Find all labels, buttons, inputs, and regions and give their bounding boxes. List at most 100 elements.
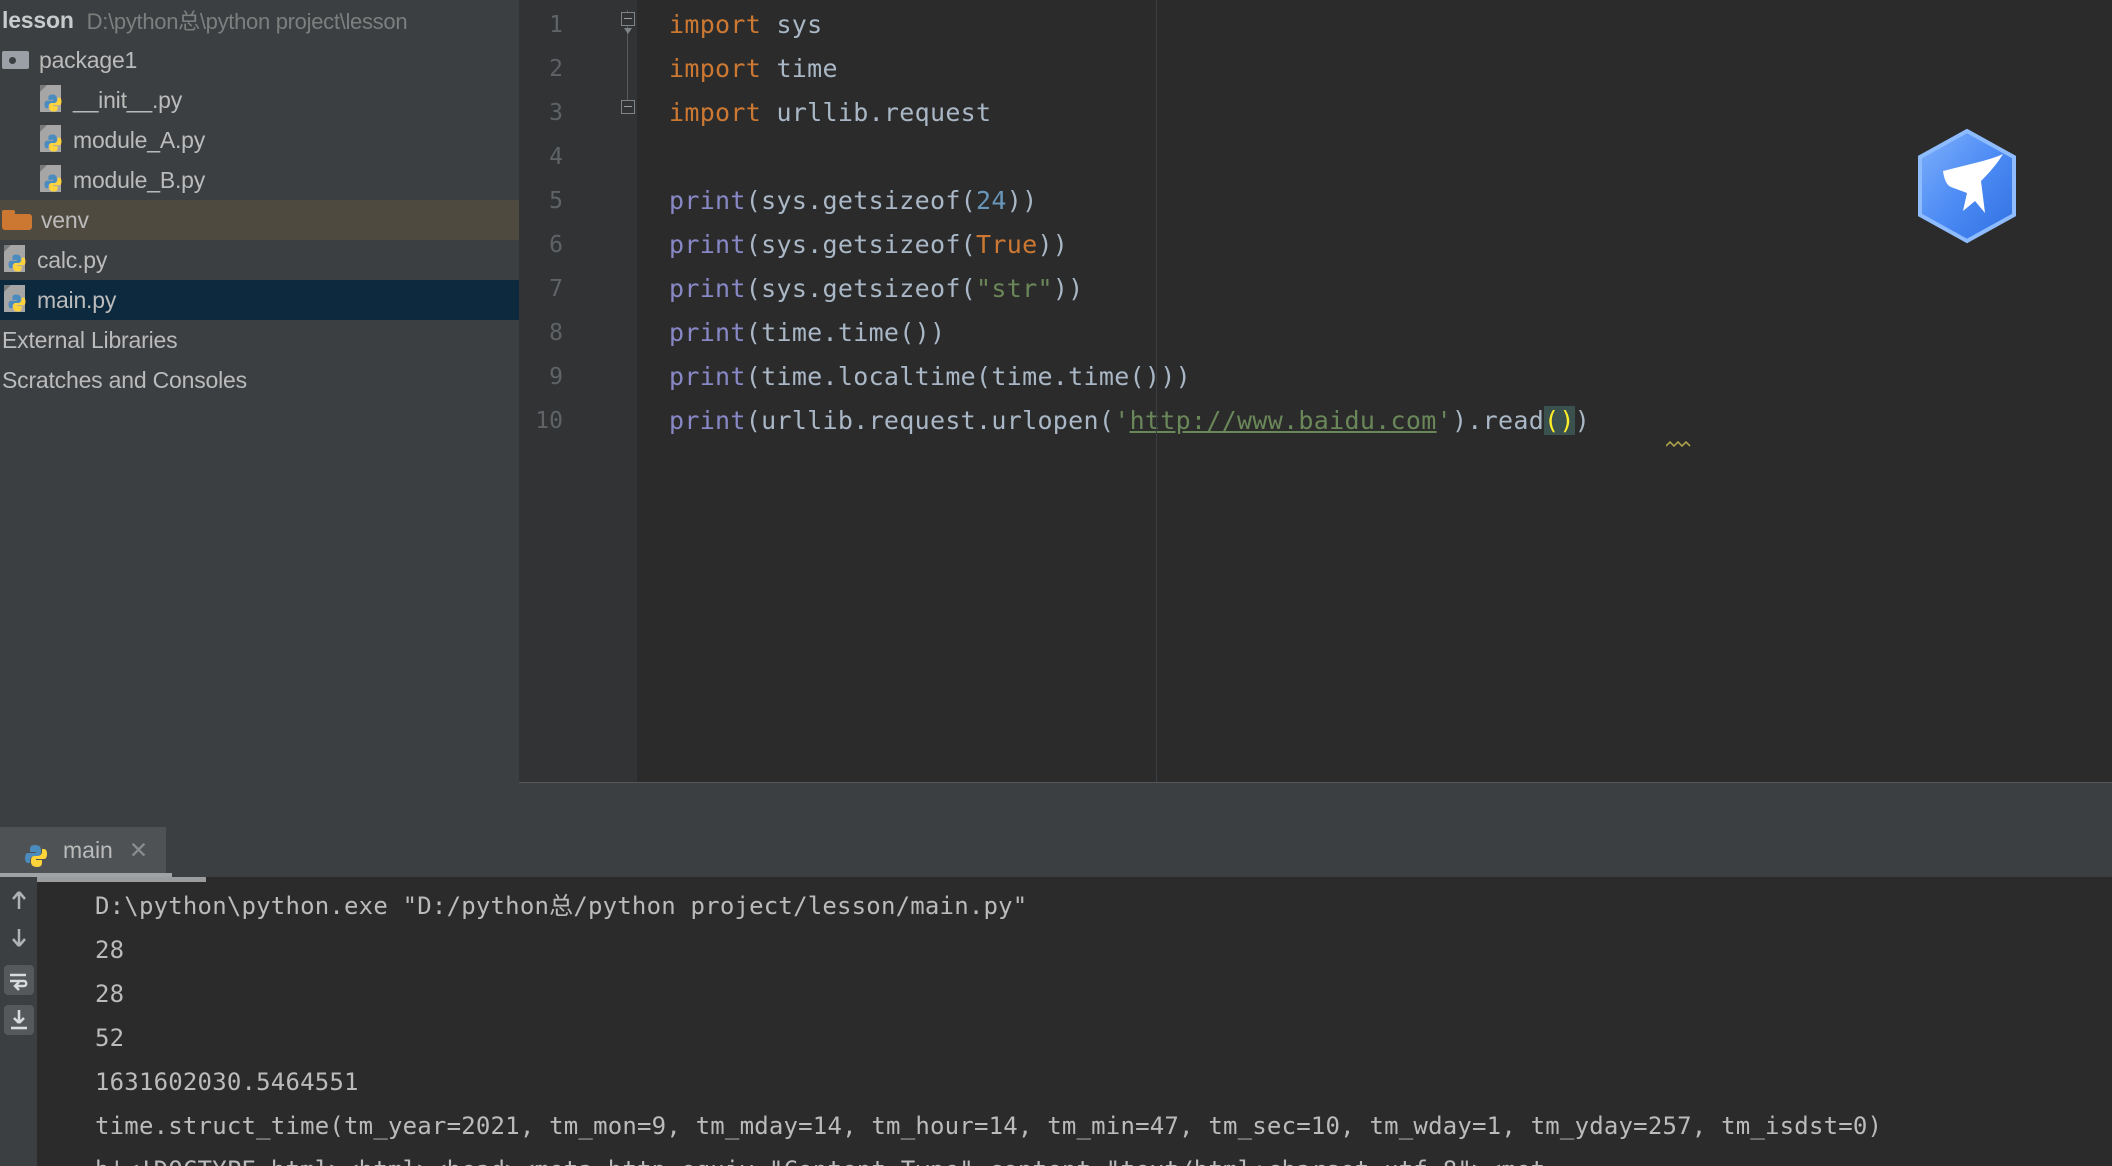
code-token-fn: print [669,274,746,303]
code-editor[interactable]: 1 2 3 4 5 6 7 8 9 10 import sys import time import … [519,0,2112,782]
scroll-to-end-icon[interactable] [4,1005,34,1035]
python-file-icon [2,285,28,315]
console-line: 28 [95,936,125,964]
tree-item-label: External Libraries [2,326,178,353]
editor-left-rule [1156,0,1157,782]
tree-item-label: Scratches and Consoles [2,366,247,393]
console-line: 52 [95,1024,125,1052]
line-number: 6 [549,232,563,258]
fold-collapse-icon-line1[interactable] [621,12,635,26]
code-line[interactable]: print(sys.getsizeof(True)) [669,232,1068,257]
code-token-mod: )) [1006,186,1038,215]
editor-bottom-border [519,782,2112,783]
run-tab-main[interactable]: main ✕ [0,827,167,873]
tree-item-label: venv [41,206,89,233]
tree-item-package1[interactable]: package1 [0,40,519,80]
code-line[interactable]: print(time.time()) [669,320,945,345]
line-number: 3 [549,100,563,126]
code-token-brk: () [1544,406,1575,435]
code-token-kw: import [669,10,762,39]
code-content[interactable]: import sys import time import urllib.reque… [637,0,2112,782]
run-tab-bar: main ✕ [0,827,2112,877]
line-number: 9 [549,364,563,390]
code-token-mod: (sys.getsizeof( [745,274,977,303]
fold-collapse-icon-line3[interactable] [621,100,635,114]
console-toolbar [0,877,37,1166]
code-line[interactable]: print(sys.getsizeof("str")) [669,276,1084,301]
code-token-mod: ) [1574,406,1591,435]
code-line[interactable]: print(sys.getsizeof(24)) [669,188,1037,213]
project-header[interactable]: lesson D:\python总\python project\lesson [0,0,519,40]
up-arrow-icon[interactable] [4,885,34,915]
tree-item-main-py[interactable]: main.py [0,280,519,320]
code-token-strq: ' [1436,406,1452,435]
console-line: 28 [95,980,125,1008]
code-token-mod: )) [1037,230,1069,259]
code-token-url: http://www.baidu.com [1129,406,1437,435]
code-token-kw: True [976,230,1038,259]
bird-hexagon-logo-icon [1913,127,2021,245]
tree-item-module-a-py[interactable]: module_A.py [0,120,519,160]
code-token-kw: import [669,98,762,127]
tree-item-init-py[interactable]: __init__.py [0,80,519,120]
line-number: 8 [549,320,563,346]
tree-item-label: package1 [39,46,138,73]
line-number: 2 [549,56,563,82]
tree-item-label: main.py [37,286,117,313]
project-sidebar: lesson D:\python总\python project\lesson … [0,0,519,827]
line-number: 7 [549,276,563,302]
console-line: b'<!DOCTYPE html><html><head><meta http-… [95,1158,1545,1166]
code-token-fn: print [669,186,746,215]
close-icon[interactable]: ✕ [129,838,148,862]
warning-squiggle [1665,434,1692,448]
code-token-num: 24 [976,186,1007,215]
run-tab-label: main [63,836,113,863]
code-line[interactable]: import sys [669,12,823,37]
code-token-mod: sys [761,10,823,39]
code-line[interactable]: import urllib.request [669,100,991,125]
python-file-icon [38,165,64,195]
folder-icon [2,208,32,232]
line-number: 4 [549,144,563,170]
tree-item-scratches-and-consoles[interactable]: Scratches and Consoles [0,360,519,400]
code-token-mod: (time.localtime(time.time())) [745,362,1191,391]
code-token-kw: import [669,54,762,83]
fold-region-end-marker [624,28,632,34]
python-file-icon [38,85,64,115]
code-token-fn: print [669,230,746,259]
code-token-mod: time [761,54,838,83]
code-token-mod: ).read [1451,406,1545,435]
code-token-mod: (sys.getsizeof( [745,230,977,259]
code-token-str: "str" [976,274,1053,303]
python-file-icon [38,125,64,155]
package-icon [2,48,30,72]
code-token-mod: )) [1052,274,1084,303]
console-line: 1631602030.5464551 [95,1068,359,1096]
code-token-mod: urllib.request [761,98,992,127]
editor-gutter[interactable]: 1 2 3 4 5 6 7 8 9 10 [519,0,637,782]
tree-item-venv[interactable]: venv [0,200,519,240]
code-token-mod: (sys.getsizeof( [745,186,977,215]
project-name: lesson [2,6,74,33]
code-token-strq: ' [1114,406,1130,435]
run-panel: main ✕ D:\python\python.exe "D:/python总/… [0,827,2112,1166]
line-number: 5 [549,188,563,214]
code-token-fn: print [669,362,746,391]
python-icon [18,835,47,867]
tree-item-external-libraries[interactable]: External Libraries [0,320,519,360]
python-file-icon [2,245,28,275]
line-number: 1 [549,12,563,38]
tree-item-calc-py[interactable]: calc.py [0,240,519,280]
console-line: time.struct_time(tm_year=2021, tm_mon=9,… [95,1112,1883,1140]
tree-item-label: module_A.py [73,126,206,153]
tree-item-label: calc.py [37,246,108,273]
code-line[interactable]: print(time.localtime(time.time())) [669,364,1191,389]
code-token-mod: (urllib.request.urlopen( [745,406,1115,435]
code-line[interactable]: print(urllib.request.urlopen('http://www… [669,406,1591,435]
down-arrow-icon[interactable] [4,923,34,953]
tree-item-module-b-py[interactable]: module_B.py [0,160,519,200]
soft-wrap-icon[interactable] [4,965,34,995]
console-output[interactable]: D:\python\python.exe "D:/python总/python … [37,877,2112,1166]
console-line: D:\python\python.exe "D:/python总/python … [95,892,1028,920]
code-line[interactable]: import time [669,56,838,81]
